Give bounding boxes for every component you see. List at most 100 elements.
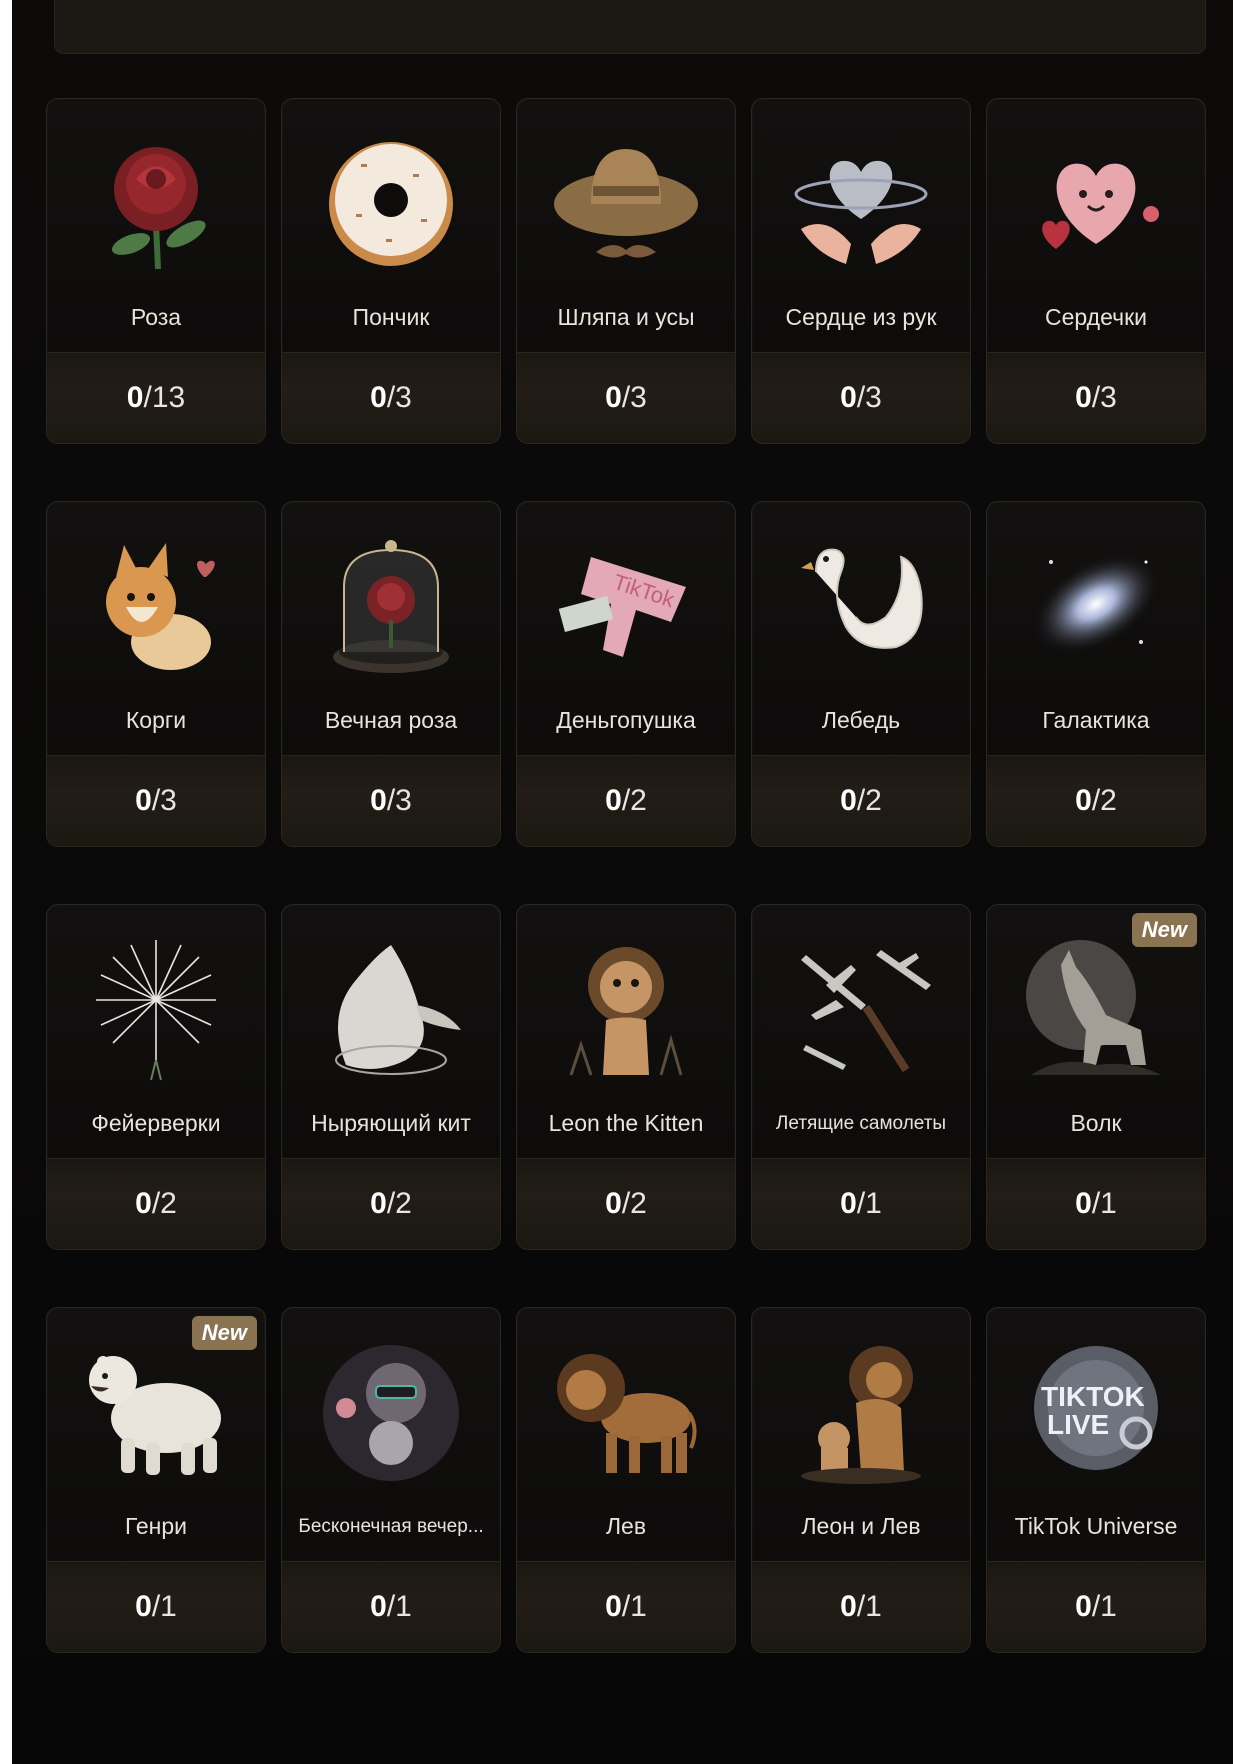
progress-total: /13: [143, 381, 186, 414]
gift-progress: 0/3: [987, 352, 1205, 443]
gift-card[interactable]: Вечная роза 0/3: [281, 501, 501, 847]
progress-total: /3: [386, 381, 412, 414]
gift-card[interactable]: Шляпа и усы 0/3: [516, 98, 736, 444]
gift-name: Ныряющий кит: [311, 1110, 471, 1136]
gift-card[interactable]: Фейерверки 0/2: [46, 904, 266, 1250]
gift-progress: 0/3: [752, 352, 970, 443]
gift-name: Вечная роза: [324, 707, 458, 733]
gift-card[interactable]: Корги 0/3: [46, 501, 266, 847]
gift-name: TikTok Universe: [1014, 1513, 1178, 1539]
progress-current: 0: [840, 1590, 857, 1623]
gift-card[interactable]: Пончик 0/3: [281, 98, 501, 444]
gift-name: Лебедь: [821, 707, 901, 733]
new-badge: New: [1131, 913, 1197, 947]
progress-total: /3: [621, 381, 647, 414]
gift-card[interactable]: Ныряющий кит 0/2: [281, 904, 501, 1250]
progress-total: /3: [386, 784, 412, 817]
hat-mustache-icon: [551, 129, 701, 279]
gift-name: Лев: [605, 1513, 647, 1539]
svg-text:LIVE: LIVE: [1047, 1409, 1109, 1440]
top-banner: [54, 0, 1206, 54]
progress-current: 0: [605, 381, 622, 414]
rose-icon: [81, 129, 231, 279]
party-cat-icon: [316, 1338, 466, 1488]
money-gun-icon: TikTok: [551, 532, 701, 682]
gift-card[interactable]: TikTok Деньгопушка 0/2: [516, 501, 736, 847]
gift-card[interactable]: Бесконечная вечер... 0/1: [281, 1307, 501, 1653]
gift-progress: 0/2: [282, 1158, 500, 1249]
progress-current: 0: [605, 1590, 622, 1623]
gift-card[interactable]: Лебедь 0/2: [751, 501, 971, 847]
gift-name: Роза: [130, 304, 182, 330]
lion-icon: [551, 1338, 701, 1488]
gift-name: Сердце из рук: [785, 304, 937, 330]
gift-card[interactable]: Летящие самолеты 0/1: [751, 904, 971, 1250]
progress-total: /2: [1091, 784, 1117, 817]
gift-progress: 0/2: [517, 755, 735, 846]
gift-progress: 0/1: [517, 1561, 735, 1652]
progress-total: /2: [621, 784, 647, 817]
gift-card[interactable]: Галактика 0/2: [986, 501, 1206, 847]
tiktok-universe-icon: TIKTOK LIVE: [1021, 1338, 1171, 1488]
gift-progress: 0/1: [752, 1158, 970, 1249]
progress-current: 0: [370, 381, 387, 414]
swan-icon: [786, 532, 936, 682]
progress-total: /1: [1091, 1187, 1117, 1220]
progress-current: 0: [370, 784, 387, 817]
gift-card[interactable]: New Волк 0/1: [986, 904, 1206, 1250]
progress-current: 0: [840, 784, 857, 817]
gift-name: Летящие самолеты: [775, 1113, 947, 1134]
gift-name: Шляпа и усы: [557, 304, 695, 330]
heart-hands-icon: [786, 129, 936, 279]
gift-progress: 0/3: [282, 755, 500, 846]
gift-name: Leon the Kitten: [548, 1110, 704, 1136]
lion-cub-icon: [786, 1338, 936, 1488]
gift-card[interactable]: Роза 0/13: [46, 98, 266, 444]
progress-total: /2: [151, 1187, 177, 1220]
progress-total: /1: [856, 1187, 882, 1220]
gift-name: Корги: [125, 707, 187, 733]
progress-current: 0: [1075, 1187, 1092, 1220]
gift-name: Пончик: [352, 304, 430, 330]
progress-current: 0: [135, 784, 152, 817]
progress-current: 0: [126, 381, 144, 414]
gift-gallery-screen: Роза 0/13 Пончик 0/3 Шляпа и усы 0/3 Сердце…: [12, 0, 1233, 1764]
progress-current: 0: [370, 1187, 387, 1220]
gift-progress: 0/2: [517, 1158, 735, 1249]
gift-card[interactable]: Сердечки 0/3: [986, 98, 1206, 444]
progress-current: 0: [605, 784, 622, 817]
planes-icon: [786, 935, 936, 1085]
gift-name: Волк: [1070, 1110, 1122, 1136]
gift-card[interactable]: Лев 0/1: [516, 1307, 736, 1653]
gift-progress: 0/1: [752, 1561, 970, 1652]
whale-icon: [316, 935, 466, 1085]
gift-progress: 0/2: [752, 755, 970, 846]
gift-progress: 0/2: [987, 755, 1205, 846]
progress-total: /3: [151, 784, 177, 817]
donut-icon: [316, 129, 466, 279]
progress-current: 0: [1075, 1590, 1092, 1623]
gift-name: Фейерверки: [91, 1110, 221, 1136]
progress-total: /1: [151, 1590, 177, 1623]
gift-name: Генри: [124, 1513, 188, 1539]
new-badge: New: [191, 1316, 257, 1350]
gift-card[interactable]: Сердце из рук 0/3: [751, 98, 971, 444]
progress-total: /1: [386, 1590, 412, 1623]
gift-card[interactable]: New Генри 0/1: [46, 1307, 266, 1653]
gift-progress: 0/1: [282, 1561, 500, 1652]
hearts-icon: [1021, 129, 1171, 279]
gift-progress: 0/3: [517, 352, 735, 443]
eternal-rose-icon: [316, 532, 466, 682]
gift-card[interactable]: Леон и Лев 0/1: [751, 1307, 971, 1653]
gift-grid: Роза 0/13 Пончик 0/3 Шляпа и усы 0/3 Сердце…: [46, 98, 1211, 1653]
wolf-icon: [1021, 935, 1171, 1085]
progress-current: 0: [135, 1590, 152, 1623]
corgi-icon: [81, 532, 231, 682]
gift-progress: 0/1: [987, 1158, 1205, 1249]
gift-progress: 0/2: [47, 1158, 265, 1249]
gift-progress: 0/13: [47, 352, 265, 443]
gift-card[interactable]: TIKTOK LIVE TikTok Universe 0/1: [986, 1307, 1206, 1653]
polar-bear-icon: [81, 1338, 231, 1488]
gift-card[interactable]: Leon the Kitten 0/2: [516, 904, 736, 1250]
progress-current: 0: [370, 1590, 387, 1623]
